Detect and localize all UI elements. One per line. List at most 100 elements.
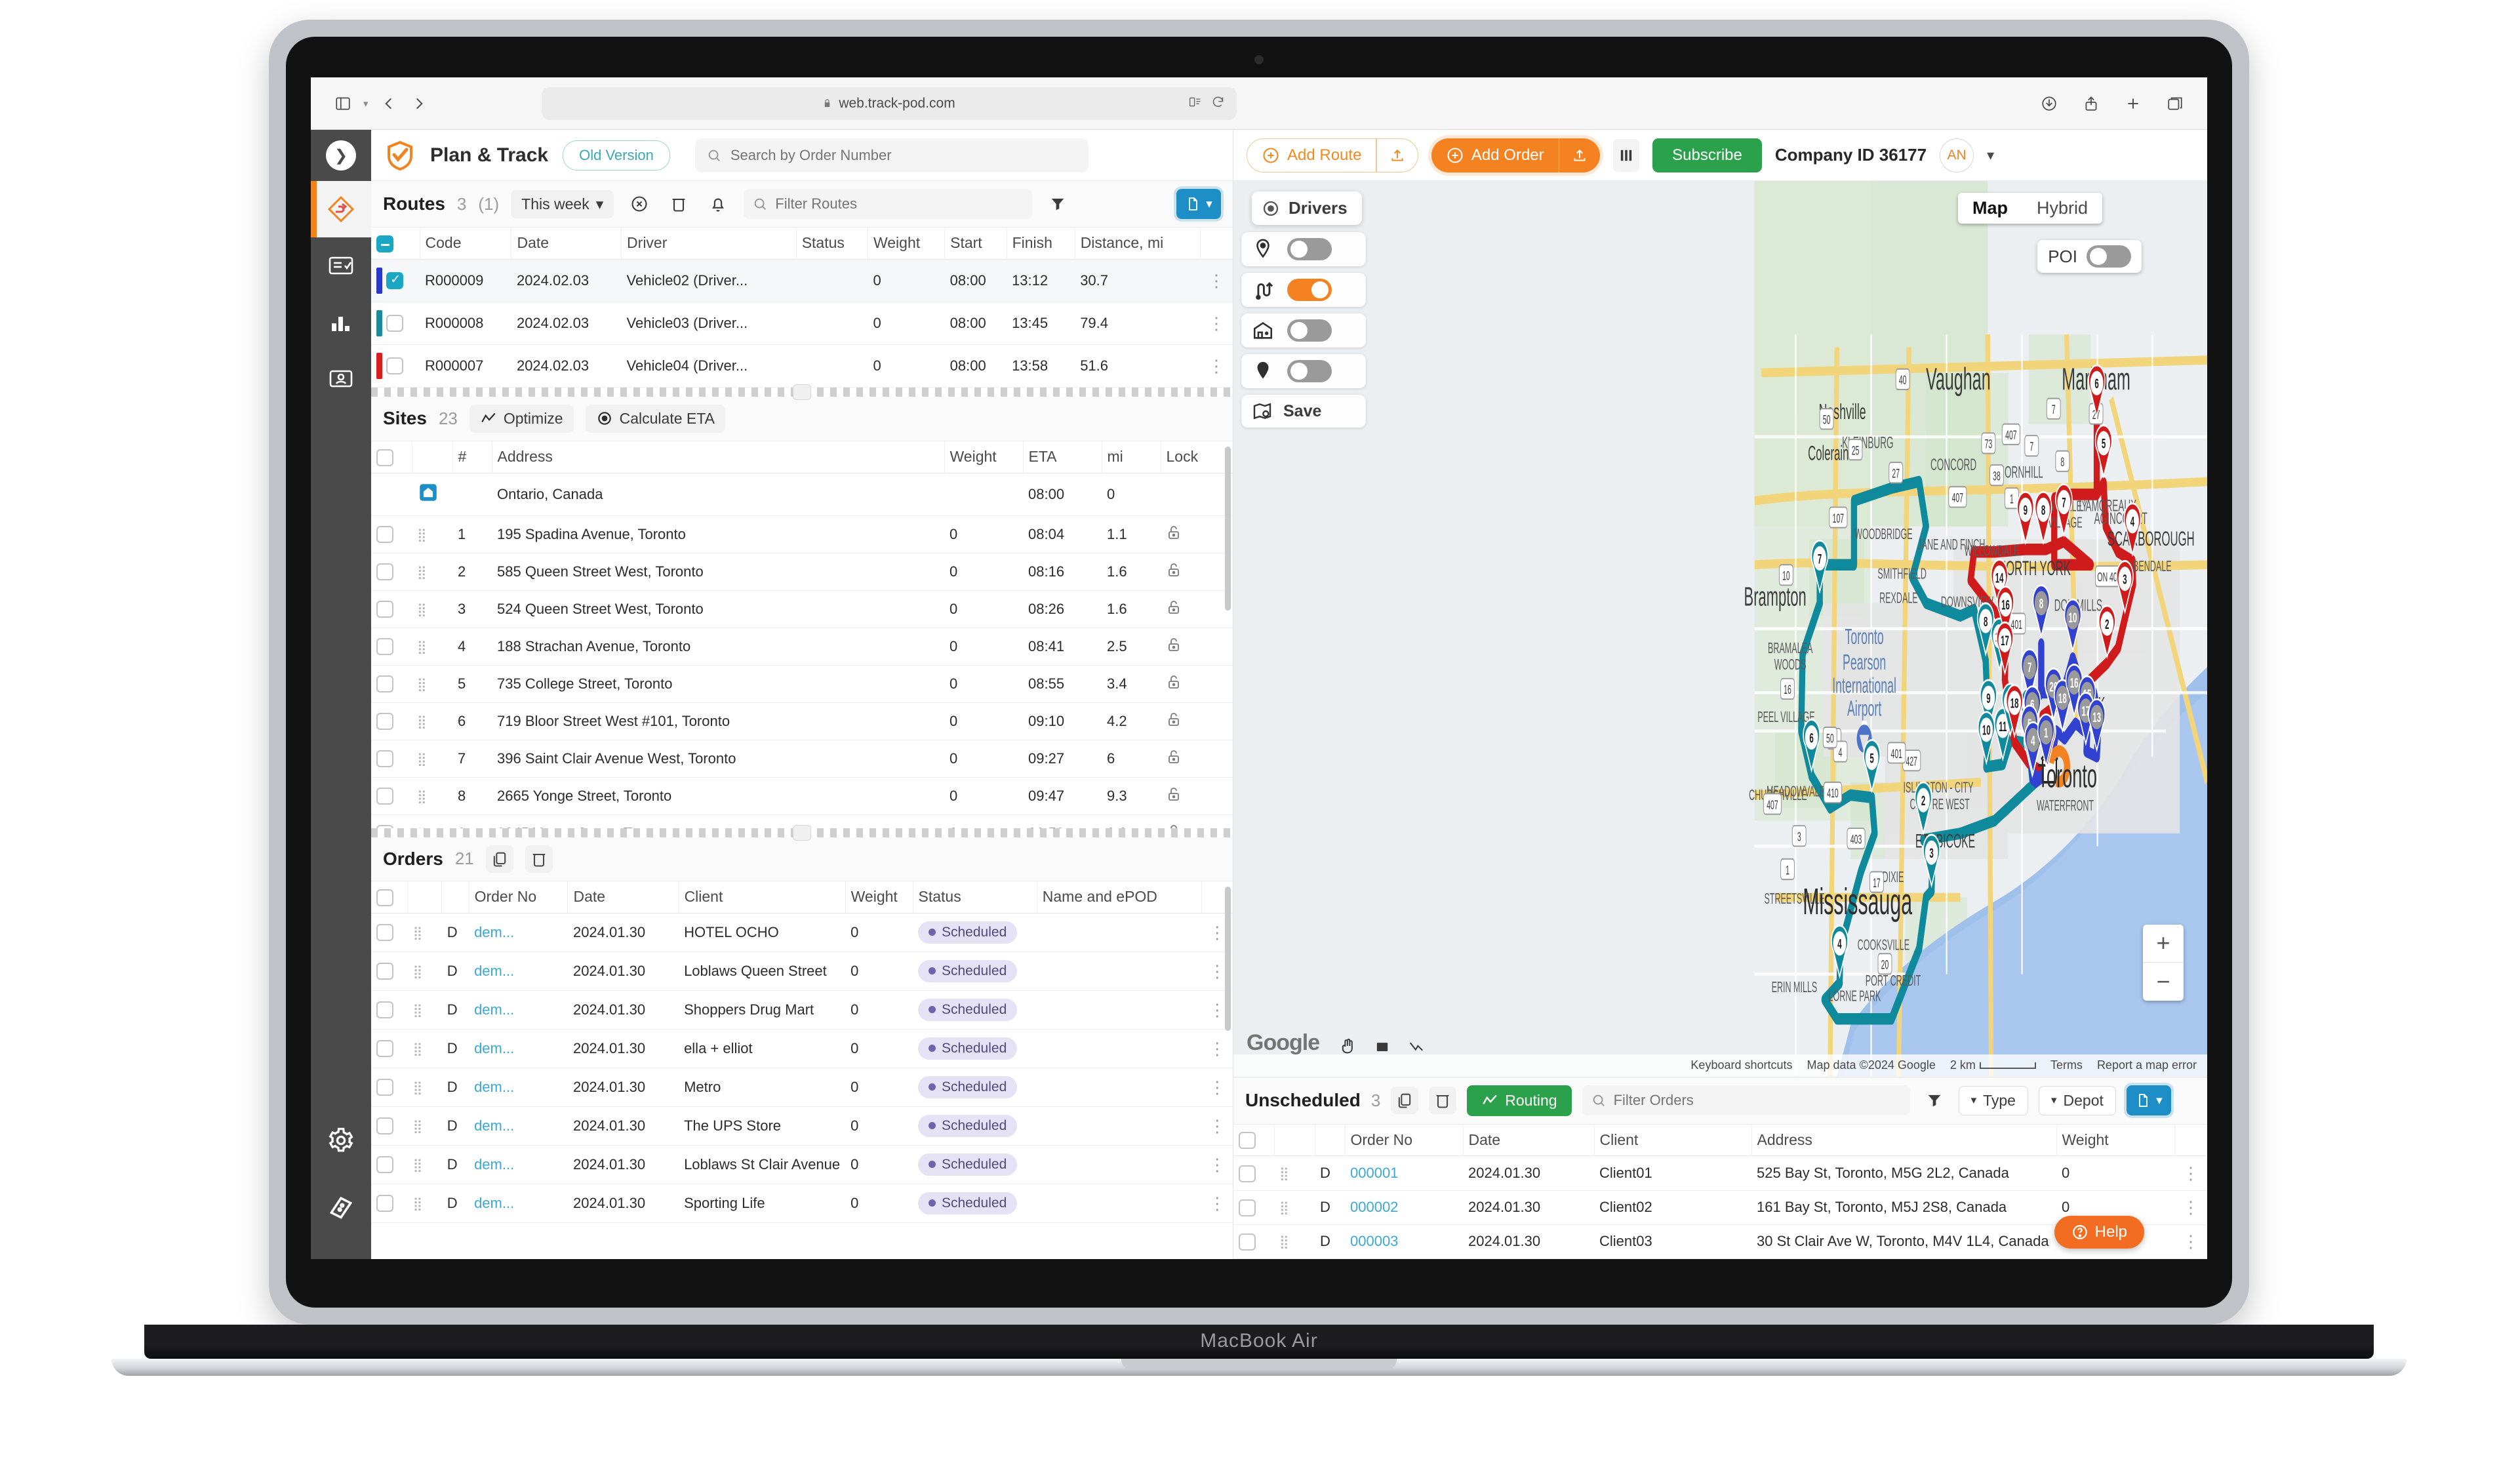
table-row[interactable]: R000008 2024.02.03 Vehicle03 (Driver... … [371,302,1233,345]
row-checkbox[interactable] [1239,1165,1256,1182]
table-row[interactable]: ⣿ Ddem... 2024.01.30 Loblaws St Clair Avenu… [371,1145,1233,1184]
table-row[interactable]: ⣿ Ddem... 2024.01.30 Metro 0 Scheduled ⋮ [371,1068,1233,1107]
routes-col-weight[interactable]: Weight [868,228,946,260]
row-checkbox[interactable] [376,675,393,693]
map-marker[interactable]: 10 [1977,711,1995,766]
share-icon[interactable] [2081,94,2101,113]
search-input[interactable] [730,146,1077,164]
lock-open-icon[interactable] [1166,786,1182,803]
row-menu-button[interactable]: ⋮ [2174,1155,2207,1191]
chevron-down-icon[interactable]: ▾ [1987,147,1994,164]
drag-handle-icon[interactable]: ⣿ [1279,1201,1290,1215]
row-checkbox[interactable] [1239,1199,1256,1216]
row-menu-button[interactable]: ⋮ [1201,1068,1233,1107]
map-marker[interactable]: 5 [1863,739,1881,794]
drag-handle-icon[interactable]: ⣿ [413,926,424,940]
keyboard-shortcuts-link[interactable]: Keyboard shortcuts [1690,1058,1792,1072]
routes-col-code[interactable]: Code [420,228,512,260]
order-search-box[interactable] [694,138,1089,172]
unscheduled-col-date[interactable]: Date [1463,1124,1595,1157]
select-all-checkbox[interactable] [376,889,393,906]
table-row[interactable]: ⣿ Ddem... 2024.01.30 HOTEL OCHO 0 Scheduled ⋮ [371,913,1233,952]
table-row[interactable]: ⣿ 1 195 Spadina Avenue, Toronto 0 08:04 1.1 [371,515,1233,553]
sidebar-icon[interactable] [333,94,353,113]
table-row[interactable]: R000007 2024.02.03 Vehicle04 (Driver... … [371,344,1233,388]
map-marker[interactable]: 2 [1914,781,1932,836]
drag-handle-icon[interactable]: ⣿ [413,1042,424,1056]
lock-open-icon[interactable] [1166,711,1182,728]
drag-handle-icon[interactable]: ⣿ [417,752,428,767]
drag-handle-icon[interactable]: ⣿ [413,1003,424,1018]
order-no-link[interactable]: dem... [469,1184,568,1223]
map-marker[interactable]: 6 [1803,719,1820,773]
row-checkbox[interactable] [376,750,393,768]
order-no-link[interactable]: dem... [469,1106,568,1146]
routes-col-start[interactable]: Start [944,228,1007,260]
row-checkbox[interactable] [376,638,393,656]
back-icon[interactable] [379,94,399,113]
row-menu-button[interactable]: ⋮ [1200,302,1233,345]
routes-col-date[interactable]: Date [511,228,622,260]
map-marker[interactable]: 6 [2088,364,2106,419]
poi-toggle[interactable]: POI [2037,240,2142,273]
order-no-link[interactable]: dem... [469,952,568,991]
drag-handle-icon[interactable]: ⣿ [1279,1167,1290,1181]
sites-col-num[interactable]: # [452,441,492,473]
map-marker[interactable]: 3 [1923,833,1940,889]
row-checkbox[interactable] [376,1079,393,1096]
sites-switch[interactable] [1287,360,1332,382]
map-markers[interactable]: 7654328910121118654216543279814161718181… [1233,181,2207,1077]
drivers-panel-toggle[interactable]: Drivers [1252,191,1362,225]
select-all-checkbox[interactable] [376,449,393,466]
row-checkbox[interactable] [376,1195,393,1213]
poi-switch[interactable] [2087,245,2131,268]
orders-col-client[interactable]: Client [679,881,846,913]
map-marker[interactable]: 1 [2037,713,2055,769]
row-checkbox[interactable] [376,963,393,980]
orders-col-status[interactable]: Status [913,881,1037,913]
order-no-link[interactable]: 000001 [1345,1155,1463,1191]
orders-select-all-cell[interactable] [371,881,409,913]
import-routes-button[interactable] [1377,147,1418,164]
row-menu-button[interactable]: ⋮ [1201,1029,1233,1068]
delete-orders-button[interactable] [525,845,553,873]
orders-scroll-area[interactable]: Order No Date Client Weight Status Name … [371,881,1233,1259]
map-canvas[interactable]: VaughanMarkhamNashvilleKLEINBURGColerain… [1233,181,2207,1077]
panel-resize-handle-sites[interactable] [371,824,1233,841]
row-checkbox[interactable] [376,924,393,942]
delete-unscheduled-button[interactable] [1429,1087,1457,1115]
map-marker[interactable]: 9 [2016,491,2035,546]
routes-col-distance[interactable]: Distance, mi [1075,228,1201,260]
row-checkbox[interactable] [376,1156,393,1174]
gear-icon[interactable] [327,1127,355,1154]
map-type-hybrid[interactable]: Hybrid [2022,193,2102,224]
terms-link[interactable]: Terms [2050,1058,2083,1072]
lock-open-icon[interactable] [1166,599,1182,616]
address-bar[interactable]: web.track-pod.com [541,87,1237,120]
reader-icon[interactable] [1188,95,1202,112]
reload-icon[interactable] [1211,95,1225,112]
row-checkbox[interactable] [376,713,393,731]
panel-resize-handle-routes[interactable] [371,384,1233,400]
unscheduled-col-weight[interactable]: Weight [2056,1124,2175,1157]
columns-button[interactable] [1613,138,1640,172]
toggle-row-markers[interactable] [1241,232,1366,266]
select-all-checkbox[interactable] [376,235,393,252]
table-row[interactable]: ⣿ 8 2665 Yonge Street, Toronto 0 09:47 9.3 [371,777,1233,815]
row-checkbox[interactable] [386,314,404,332]
import-orders-button[interactable] [1559,147,1600,164]
table-row[interactable]: ⣿ 3 524 Queen Street West, Toronto 0 08:26 1.… [371,590,1233,628]
table-row[interactable]: ⣿ Ddem... 2024.01.30 Sporting Life 0 Schedule… [371,1184,1233,1223]
copy-unscheduled-button[interactable] [1391,1087,1419,1115]
orders-col-date[interactable]: Date [567,881,679,913]
notify-button[interactable] [704,190,732,218]
orders-col-epod[interactable]: Name and ePOD [1037,881,1203,913]
row-menu-button[interactable]: ⋮ [1201,1145,1233,1184]
sites-scrollbar[interactable] [1225,446,1231,611]
map-marker[interactable]: 13 [2088,698,2106,753]
sites-col-weight[interactable]: Weight [944,441,1024,473]
sites-col-eta[interactable]: ETA [1023,441,1102,473]
sidebar-item-plan-track[interactable] [311,181,371,237]
add-route-button[interactable]: Add Route [1247,138,1418,172]
row-menu-button[interactable]: ⋮ [2174,1224,2207,1259]
